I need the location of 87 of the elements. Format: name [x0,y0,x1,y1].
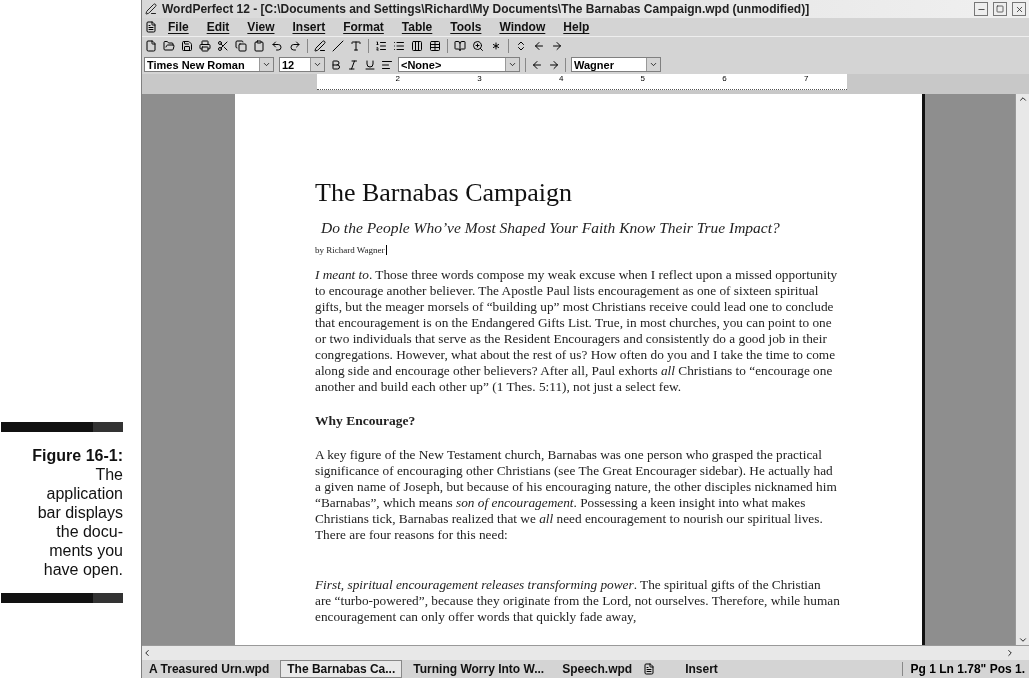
caption-text: ments you [49,541,123,560]
save-icon[interactable] [181,40,193,52]
ruler-number: 4 [558,74,564,83]
italic-icon[interactable] [347,58,359,71]
menu-item[interactable]: Tools [443,20,489,34]
underline-icon[interactable] [364,58,376,71]
size-dropdown[interactable]: 12 [279,57,325,72]
chevron-down-icon [508,60,517,69]
close-icon [1014,4,1024,14]
window-title: WordPerfect 12 - [C:\Documents and Settings\Richard\My Documents\The Barnabas Campaign.wpd (unmodified)] [162,2,811,16]
menu-item[interactable]: Help [556,20,597,34]
back-icon[interactable] [533,40,545,52]
bullet-list-icon[interactable] [393,40,405,52]
close-button[interactable] [1012,2,1026,16]
ruler-number: 5 [640,74,645,83]
print-icon[interactable] [199,40,211,52]
font-dropdown[interactable]: Times New Roman [144,57,274,72]
caption-text: have open. [43,560,123,579]
table-icon[interactable] [429,40,441,52]
document-tab[interactable]: Speech.wpd [555,660,640,678]
columns-icon[interactable] [411,40,423,52]
zoom-icon[interactable] [472,40,484,52]
new-document-icon[interactable] [145,40,157,52]
line-icon[interactable] [332,40,344,52]
cursor-position: Pg 1 Ln 1.78" Pos 1. [901,662,1029,676]
menu-item[interactable]: Edit [199,20,237,34]
numbered-list-icon[interactable] [375,40,387,52]
ruler-number: 3 [477,74,482,83]
minimize-button[interactable] [974,2,988,16]
document-tab[interactable]: Turning Worry Into W... [406,660,552,678]
arrow-left-icon[interactable] [531,58,543,71]
caption-text: The [95,465,123,484]
document-subtitle: Do the People Who’ve Most Shaped Your Faith Know Their True Impact? [321,219,781,237]
menu-item[interactable]: Window [492,20,553,34]
arrow-right-icon[interactable] [548,58,560,71]
up-down-icon[interactable] [515,40,527,52]
open-folder-icon[interactable] [163,40,175,52]
caption-text: application [46,484,123,503]
horizontal-scrollbar[interactable] [142,645,1029,660]
ruler[interactable]: 2 3 4 5 6 7 [317,74,847,90]
paragraph: First, spiritual encouragement releases transforming power. The spiritual gifts of the Christian are “turbo-powered”, because they originate from the Lord, not ourselves. Therefore, while human encouragement can only offer words that quickly fade away, [315,577,840,625]
maximize-icon [996,5,1004,13]
scroll-left-icon[interactable] [142,648,152,658]
document-tab[interactable]: A Treasured Urn.wpd [142,660,277,678]
caption-text: bar displays [37,503,123,522]
byline: by Richard Wagner [315,245,387,255]
text-box-icon[interactable] [350,40,362,52]
ruler-number: 6 [722,74,727,83]
bold-icon[interactable] [330,58,342,71]
vertical-scrollbar[interactable] [1015,94,1029,645]
user-dropdown[interactable]: Wagner [571,57,661,72]
chevron-down-icon [313,60,322,69]
document-title: The Barnabas Campaign [315,178,574,208]
scroll-right-icon[interactable] [1005,648,1015,658]
undo-icon[interactable] [271,40,283,52]
redo-icon[interactable] [289,40,301,52]
chevron-down-icon [262,60,271,69]
menu-item[interactable]: View [240,20,282,34]
insert-mode[interactable]: Insert [685,662,718,676]
section-heading: Why Encourage? [315,413,417,429]
document-icon[interactable] [145,21,157,33]
paste-icon[interactable] [253,40,265,52]
document-tab[interactable]: The Barnabas Ca... [280,660,403,678]
restore-button[interactable] [993,2,1007,16]
align-icon[interactable] [381,58,393,71]
paragraph: A key figure of the New Testament church, Barnabas was one person who grasped the practical significance of encouraging other Christians (see The Great Encourager sidebar). He actually had a given name of Joseph, but because of his encouraging nature, the other disciples nicknamed him “Barnabas”, which means son of encouragement. Possessing a keen insight into what makes Christians tick, Barnabas realized that we all need encouragement to nourish our spiritual lives. There are four reasons for this need: [315,447,838,543]
cut-icon[interactable] [217,40,229,52]
document-icon[interactable] [643,663,656,675]
copy-icon[interactable] [235,40,247,52]
ruler-number: 7 [803,74,809,83]
book-icon[interactable] [454,40,466,52]
paragraph: I meant to. Those three words compose my weak excuse when I reflect upon a missed opportunity to encourage another believer. The Apostle Paul lists encouragement as one of sixteen spiritual gifts, but the meager morsels of “building up” most Christians receive could lead one to conclude that encouragement is on the Endangered Gifts List. True, in most churches, you can point to one or two individuals that serve as the Resident Encouragers and consistently do a good job in their congregations. However, what about the rest of us? How often do you and I take the time to come along side and encourage other believers? After all, Paul exhorts all Christians to “encourage one another and build each other up” (1 Thes. 5:11), not just a select few. [315,267,839,395]
menu-item[interactable]: Table [394,20,440,34]
style-dropdown[interactable]: <None> [398,57,520,72]
figure-label: Figure 16-1: [32,446,123,465]
chevron-down-icon [649,60,658,69]
caption-text: the docu- [56,522,123,541]
forward-icon[interactable] [551,40,563,52]
app-icon[interactable] [145,3,157,15]
scroll-down-icon[interactable] [1017,635,1028,645]
ruler-number: 2 [395,74,401,83]
pen-icon[interactable] [314,40,326,52]
scroll-up-icon[interactable] [1017,94,1028,104]
menu-item[interactable]: File [161,20,196,34]
menu-item[interactable]: Insert [285,20,333,34]
asterisk-icon[interactable] [490,40,502,52]
menu-item[interactable]: Format [336,20,391,34]
